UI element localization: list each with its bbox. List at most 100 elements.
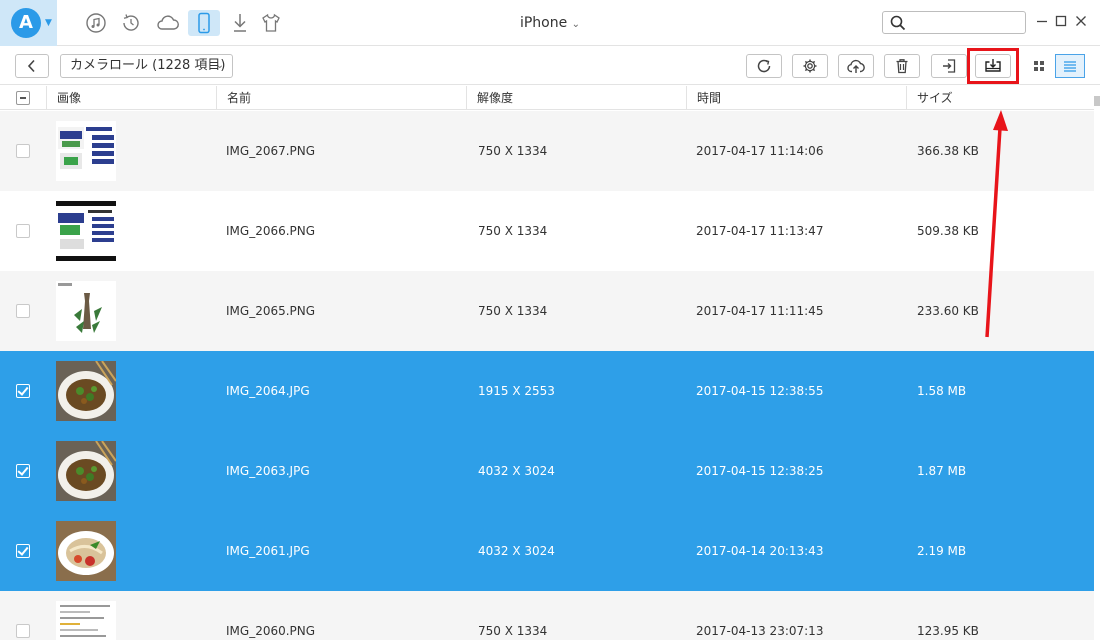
row-name: IMG_2066.PNG [226,224,316,238]
photo-thumbnail[interactable] [56,361,116,421]
title-bar: A ▼ iPhone ⌄ [0,0,1100,46]
grid-view-button[interactable] [1024,54,1054,78]
backup-history-icon[interactable] [115,10,147,36]
row-time: 2017-04-14 20:13:43 [696,544,824,558]
back-button[interactable] [15,54,49,78]
row-name: IMG_2064.JPG [226,384,310,398]
column-header-name[interactable]: 名前 [216,86,466,110]
row-name: IMG_2065.PNG [226,304,316,318]
row-resolution: 1915 X 2553 [478,384,555,398]
table-row[interactable]: IMG_2065.PNG 750 X 1334 2017-04-17 11:11:4… [0,271,1094,351]
cloud-upload-icon [847,59,865,73]
column-header-image[interactable]: 画像 [46,86,216,110]
chevron-left-icon [27,59,35,73]
delete-button[interactable] [884,54,920,78]
column-header-resolution[interactable]: 解像度 [466,86,686,110]
row-name: IMG_2063.JPG [226,464,310,478]
row-resolution: 750 X 1334 [478,624,548,638]
vertical-scrollbar[interactable] [1094,86,1100,640]
row-size: 366.38 KB [917,144,979,158]
row-checkbox[interactable] [16,144,30,158]
row-resolution: 4032 X 3024 [478,464,555,478]
row-checkbox[interactable] [16,304,30,318]
column-header-label: サイズ [917,91,953,105]
row-size: 1.58 MB [917,384,967,398]
device-name: iPhone [519,15,568,31]
upload-button[interactable] [838,54,874,78]
column-header-label: 解像度 [477,91,514,105]
close-button[interactable] [1074,14,1088,28]
row-time: 2017-04-17 11:13:47 [696,224,824,238]
column-header-label: 名前 [227,91,252,105]
row-checkbox[interactable] [16,544,30,558]
app-logo[interactable]: A ▼ [0,0,57,46]
row-size: 1.87 MB [917,464,967,478]
row-resolution: 4032 X 3024 [478,544,555,558]
import-to-device-button[interactable] [931,54,967,78]
toolkit-shirt-icon[interactable] [255,10,287,36]
settings-button[interactable] [792,54,828,78]
table-row[interactable]: IMG_2063.JPG 4032 X 3024 2017-04-15 12:38:… [0,431,1094,511]
trash-icon [896,59,908,74]
row-size: 509.38 KB [917,224,979,238]
row-checkbox[interactable] [16,384,30,398]
photo-thumbnail[interactable] [56,521,116,581]
icloud-icon[interactable] [152,10,184,36]
photo-thumbnail[interactable] [56,601,116,640]
search-input[interactable] [909,14,1021,31]
search-box[interactable] [882,11,1026,34]
list-view-icon [1064,61,1076,72]
photo-thumbnail[interactable] [56,201,116,261]
grid-view-icon [1034,61,1044,71]
photo-thumbnail[interactable] [56,441,116,501]
chevron-down-icon: ▼ [45,18,52,28]
table-row[interactable]: IMG_2064.JPG 1915 X 2553 2017-04-15 12:38:… [0,351,1094,431]
row-name: IMG_2067.PNG [226,144,316,158]
maximize-button[interactable] [1054,14,1068,28]
column-header-size[interactable]: サイズ [906,86,1094,110]
minimize-button[interactable] [1035,14,1049,28]
refresh-button[interactable] [746,54,782,78]
photo-thumbnail[interactable] [56,121,116,181]
table-row[interactable]: IMG_2061.JPG 4032 X 3024 2017-04-14 20:13:… [0,511,1094,591]
search-icon [890,15,906,31]
refresh-icon [757,59,771,73]
row-time: 2017-04-15 12:38:55 [696,384,824,398]
music-library-icon[interactable] [80,10,112,36]
row-time: 2017-04-17 11:14:06 [696,144,824,158]
photo-thumbnail[interactable] [56,281,116,341]
row-time: 2017-04-13 23:07:13 [696,624,824,638]
import-icon [943,59,956,73]
table-header: 画像 名前 解像度 時間 サイズ [0,86,1094,110]
device-icon[interactable] [188,10,220,36]
row-size: 123.95 KB [917,624,979,638]
row-resolution: 750 X 1334 [478,144,548,158]
download-icon[interactable] [224,10,256,36]
album-selector[interactable]: カメラロール (1228 項目) ⌄ [60,54,233,78]
row-time: 2017-04-15 12:38:25 [696,464,824,478]
gear-icon [803,59,817,73]
row-checkbox[interactable] [16,624,30,638]
row-checkbox[interactable] [16,224,30,238]
table-row[interactable]: IMG_2067.PNG 750 X 1334 2017-04-17 11:14:0… [0,111,1094,191]
column-header-label: 時間 [697,91,722,105]
select-all-checkbox[interactable] [16,91,30,105]
toolbar: カメラロール (1228 項目) ⌄ [0,47,1100,85]
app-logo-icon: A [11,8,41,38]
album-label: カメラロール (1228 項目) [70,58,226,73]
annotation-highlight-box [967,48,1019,84]
list-view-button[interactable] [1055,54,1085,78]
row-checkbox[interactable] [16,464,30,478]
scrollbar-thumb[interactable] [1094,96,1100,106]
device-name-selector[interactable]: iPhone ⌄ [520,15,580,31]
column-header-time[interactable]: 時間 [686,86,906,110]
chevron-down-icon: ⌄ [571,19,581,30]
table-row[interactable]: IMG_2066.PNG 750 X 1334 2017-04-17 11:13:4… [0,191,1094,271]
table-row[interactable]: IMG_2060.PNG 750 X 1334 2017-04-13 23:07:1… [0,591,1094,640]
photo-list: IMG_2067.PNG 750 X 1334 2017-04-17 11:14:0… [0,111,1094,640]
row-size: 2.19 MB [917,544,967,558]
column-header-label: 画像 [57,91,82,105]
row-name: IMG_2061.JPG [226,544,310,558]
row-resolution: 750 X 1334 [478,224,548,238]
chevron-down-icon: ⌄ [215,60,224,71]
